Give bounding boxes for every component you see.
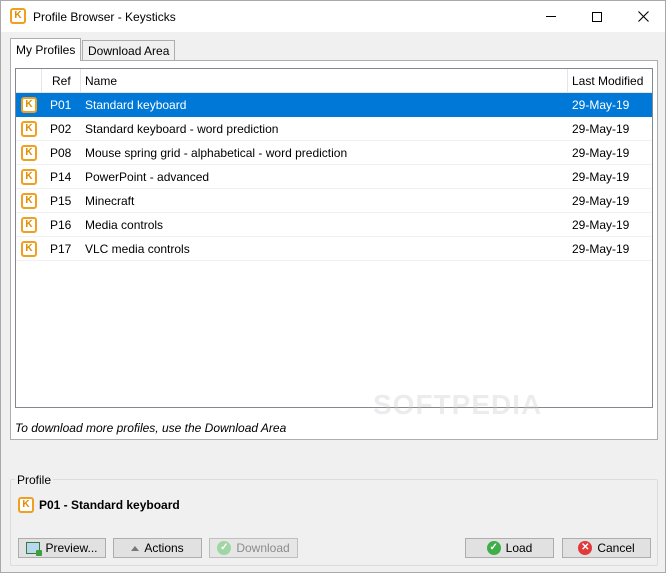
column-separator[interactable] bbox=[80, 69, 81, 93]
tab-my-profiles[interactable]: My Profiles bbox=[10, 38, 82, 61]
profile-group-label: Profile bbox=[15, 473, 54, 487]
row-last-modified: 29-May-19 bbox=[572, 218, 630, 232]
row-ref: P14 bbox=[50, 170, 72, 184]
actions-button[interactable]: Actions bbox=[113, 538, 202, 558]
row-last-modified: 29-May-19 bbox=[572, 146, 630, 160]
current-profile-k-icon: K bbox=[18, 497, 34, 513]
table-row[interactable]: K P17 VLC media controls 29-May-19 bbox=[16, 237, 652, 261]
table-row[interactable]: K P02 Standard keyboard - word predictio… bbox=[16, 117, 652, 141]
row-ref: P17 bbox=[50, 242, 72, 256]
profile-k-icon: K bbox=[21, 169, 37, 185]
preview-button-label: Preview... bbox=[45, 541, 98, 555]
profile-k-icon: K bbox=[21, 121, 37, 137]
row-name: VLC media controls bbox=[85, 242, 190, 256]
row-ref: P15 bbox=[50, 194, 72, 208]
row-last-modified: 29-May-19 bbox=[572, 170, 630, 184]
row-name: PowerPoint - advanced bbox=[85, 170, 210, 184]
table-row[interactable]: K P08 Mouse spring grid - alphabetical -… bbox=[16, 141, 652, 165]
column-header-last-modified[interactable]: Last Modified bbox=[572, 74, 643, 88]
tab-download-area[interactable]: Download Area bbox=[82, 40, 176, 61]
column-header-name[interactable]: Name bbox=[85, 74, 117, 88]
maximize-button[interactable] bbox=[574, 1, 620, 32]
close-button[interactable] bbox=[620, 1, 666, 32]
column-header-ref[interactable]: Ref bbox=[52, 74, 71, 88]
load-button-label: Load bbox=[505, 541, 533, 555]
caret-up-icon bbox=[131, 545, 140, 551]
row-last-modified: 29-May-19 bbox=[572, 242, 630, 256]
table-row[interactable]: K P15 Minecraft 29-May-19 bbox=[16, 189, 652, 213]
title-bar: K Profile Browser - Keysticks bbox=[1, 1, 665, 32]
row-name: Media controls bbox=[85, 218, 164, 232]
cancel-button-label: Cancel bbox=[597, 541, 635, 555]
preview-button[interactable]: Preview... bbox=[18, 538, 106, 558]
profile-k-icon: K bbox=[21, 97, 37, 113]
column-separator[interactable] bbox=[567, 69, 568, 93]
download-button[interactable]: ✓ Download bbox=[209, 538, 298, 558]
profile-k-icon: K bbox=[21, 145, 37, 161]
profile-browser-window: K Profile Browser - Keysticks My Profile… bbox=[0, 0, 666, 573]
row-last-modified: 29-May-19 bbox=[572, 122, 630, 136]
window-title: Profile Browser - Keysticks bbox=[33, 10, 176, 24]
row-ref: P16 bbox=[50, 218, 72, 232]
preview-icon bbox=[26, 542, 43, 556]
row-name: Minecraft bbox=[85, 194, 135, 208]
download-button-label: Download bbox=[236, 541, 290, 555]
row-name: Standard keyboard bbox=[85, 98, 187, 112]
table-row[interactable]: K P01 Standard keyboard 29-May-19 bbox=[16, 93, 652, 117]
row-ref: P01 bbox=[50, 98, 72, 112]
grid-header: Ref Name Last Modified bbox=[16, 69, 652, 93]
row-last-modified: 29-May-19 bbox=[572, 194, 630, 208]
maximize-icon bbox=[592, 11, 602, 22]
row-name: Mouse spring grid - alphabetical - word … bbox=[85, 146, 348, 160]
close-icon bbox=[637, 11, 649, 22]
current-profile-name: P01 - Standard keyboard bbox=[39, 498, 180, 512]
profile-k-icon: K bbox=[21, 241, 37, 257]
row-name: Standard keyboard - word prediction bbox=[85, 122, 279, 136]
table-row[interactable]: K P14 PowerPoint - advanced 29-May-19 bbox=[16, 165, 652, 189]
table-row[interactable]: K P16 Media controls 29-May-19 bbox=[16, 213, 652, 237]
cancel-x-icon: ✕ bbox=[578, 541, 593, 555]
column-separator[interactable] bbox=[41, 69, 42, 93]
profiles-grid[interactable]: Ref Name Last Modified K P01 Standard ke… bbox=[15, 68, 653, 408]
minimize-icon bbox=[546, 16, 556, 17]
download-hint: To download more profiles, use the Downl… bbox=[15, 421, 287, 435]
load-button[interactable]: ✓ Load bbox=[465, 538, 554, 558]
softpedia-watermark: SOFTPEDIA bbox=[373, 389, 543, 420]
my-profiles-panel: Ref Name Last Modified K P01 Standard ke… bbox=[10, 60, 658, 440]
row-ref: P08 bbox=[50, 146, 72, 160]
checkmark-icon: ✓ bbox=[217, 541, 232, 555]
checkmark-icon: ✓ bbox=[486, 541, 501, 555]
profile-groupbox bbox=[10, 479, 658, 566]
row-last-modified: 29-May-19 bbox=[572, 98, 630, 112]
row-ref: P02 bbox=[50, 122, 72, 136]
cancel-button[interactable]: ✕ Cancel bbox=[562, 538, 651, 558]
minimize-button[interactable] bbox=[528, 1, 574, 32]
profile-k-icon: K bbox=[21, 193, 37, 209]
actions-button-label: Actions bbox=[144, 541, 184, 555]
keysticks-app-icon: K bbox=[10, 8, 26, 24]
profile-k-icon: K bbox=[21, 217, 37, 233]
